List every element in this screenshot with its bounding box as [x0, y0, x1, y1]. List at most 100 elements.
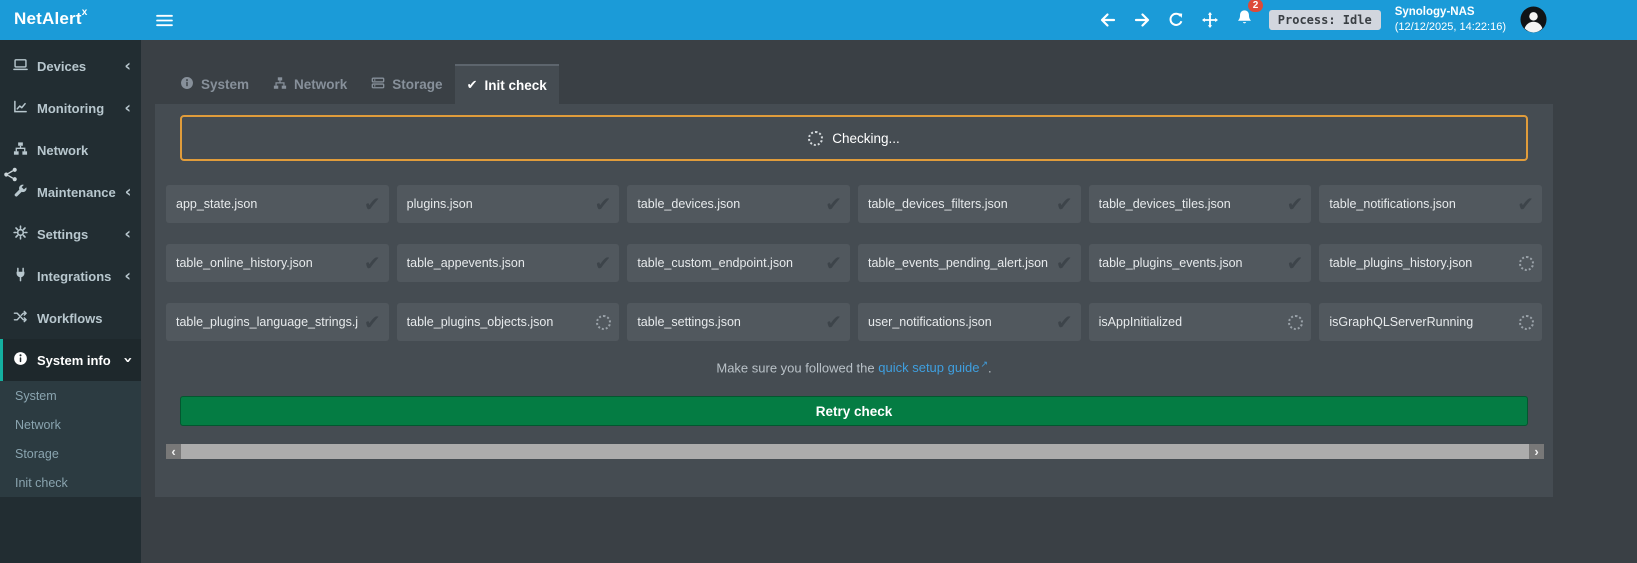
scrollbar-thumb[interactable]	[181, 444, 1529, 459]
submenu-item-network[interactable]: Network	[0, 410, 141, 439]
horizontal-scrollbar[interactable]: ‹ ›	[166, 444, 1544, 459]
sidebar-item-system-info[interactable]: System info ‹ ‹	[0, 339, 141, 381]
loading-spinner-icon	[1288, 315, 1303, 330]
retry-check-button[interactable]: Retry check	[180, 396, 1528, 426]
notification-count-badge: 2	[1248, 0, 1263, 12]
move-arrows-button[interactable]	[1200, 10, 1220, 30]
sidebar-item-label: Maintenance	[37, 185, 116, 200]
checking-status-text: Checking...	[832, 131, 900, 146]
tab-label: Storage	[392, 77, 442, 92]
check-icon: ✔	[825, 312, 842, 332]
check-item-label: table_notifications.json	[1329, 197, 1511, 211]
check-icon: ✔	[825, 194, 842, 214]
info-circle-icon	[180, 76, 194, 93]
sidebar-item-workflows[interactable]: Workflows ‹ ‹	[0, 297, 141, 339]
netalertx-app: NetAlertx	[0, 0, 1637, 563]
check-icon: ✔	[1056, 312, 1073, 332]
check-item: table_devices_tiles.json✔	[1089, 185, 1312, 223]
check-item-label: user_notifications.json	[868, 315, 1050, 329]
sidebar-item-maintenance[interactable]: Maintenance ‹ ‹	[0, 171, 141, 213]
sidebar-item-label: Network	[37, 143, 131, 158]
loading-spinner-icon	[596, 315, 611, 330]
tab-bar: System Network Storage ✔ Init check	[168, 64, 1637, 104]
arrow-left-icon	[1100, 12, 1116, 28]
network-icon	[273, 76, 287, 93]
sidebar-item-label: Devices	[37, 59, 115, 74]
notifications-button[interactable]: 2	[1234, 7, 1255, 33]
refresh-button[interactable]	[1166, 10, 1186, 30]
sidebar-item-devices[interactable]: Devices ‹ ‹	[0, 45, 141, 87]
check-item: isAppInitialized✔	[1089, 303, 1312, 341]
check-item-label: table_plugins_events.json	[1099, 256, 1281, 270]
sidebar-item-label: Integrations	[37, 269, 115, 284]
check-item: table_events_pending_alert.json✔	[858, 244, 1081, 282]
check-item: table_notifications.json ✔	[1319, 185, 1542, 223]
check-icon: ✔	[1056, 194, 1073, 214]
check-item: table_settings.json✔	[627, 303, 850, 341]
loading-spinner-icon	[1519, 315, 1534, 330]
user-avatar[interactable]	[1520, 6, 1547, 33]
init-check-panel: Checking... app_state.json✔ plugins.json…	[155, 104, 1553, 497]
app-name-superscript: x	[82, 7, 88, 18]
checking-status-box: Checking...	[180, 115, 1528, 161]
arrows-move-icon	[1202, 12, 1218, 28]
note-prefix: Make sure you followed the	[716, 360, 878, 375]
check-items-grid: app_state.json✔ plugins.json✔ table_devi…	[166, 185, 1542, 341]
scroll-right-arrow[interactable]: ›	[1529, 444, 1544, 459]
nav-back-button[interactable]	[1098, 10, 1118, 30]
check-item-label: table_custom_endpoint.json	[637, 256, 819, 270]
submenu-item-storage[interactable]: Storage	[0, 439, 141, 468]
check-item: app_state.json✔	[166, 185, 389, 223]
check-item-label: table_appevents.json	[407, 256, 589, 270]
tab-network[interactable]: Network	[261, 64, 359, 104]
check-item-label: app_state.json	[176, 197, 358, 211]
tab-system[interactable]: System	[168, 64, 261, 104]
app-name: NetAlert	[14, 9, 82, 29]
sidebar-item-settings[interactable]: Settings ‹ ‹	[0, 213, 141, 255]
tab-label: Network	[294, 77, 347, 92]
check-item-label: isAppInitialized	[1099, 315, 1283, 329]
top-bar: NetAlertx	[0, 0, 1637, 40]
chevron-left-icon: ‹	[124, 58, 131, 74]
check-item: table_online_history.json✔	[166, 244, 389, 282]
quick-setup-guide-link[interactable]: quick setup guide↗	[878, 360, 988, 375]
submenu-item-init-check[interactable]: Init check	[0, 468, 141, 497]
check-icon: ✔	[364, 253, 381, 273]
hamburger-menu-button[interactable]	[141, 2, 188, 39]
header-actions: 2 Process: Idle Synology-NAS (12/12/2025…	[1098, 4, 1637, 35]
sidebar-nav: Devices ‹ ‹ Monitoring ‹ ‹ Network ‹ ‹ M…	[0, 40, 141, 497]
sidebar-item-integrations[interactable]: Integrations ‹ ‹	[0, 255, 141, 297]
check-item: table_custom_endpoint.json ✔	[627, 244, 850, 282]
tab-storage[interactable]: Storage	[359, 64, 454, 104]
sidebar-item-network[interactable]: Network ‹ ‹	[0, 129, 141, 171]
nav-forward-button[interactable]	[1132, 10, 1152, 30]
check-icon: ✔	[1517, 194, 1534, 214]
sidebar-item-monitoring[interactable]: Monitoring ‹ ‹	[0, 87, 141, 129]
chevron-left-icon: ‹	[124, 100, 131, 116]
submenu-item-label: Network	[15, 418, 61, 432]
setup-guide-note: Make sure you followed the quick setup g…	[155, 359, 1553, 375]
check-icon: ✔	[1287, 253, 1304, 273]
sidebar-item-label: Monitoring	[37, 101, 115, 116]
submenu-item-label: Init check	[15, 476, 68, 490]
check-icon: ✔	[825, 253, 842, 273]
submenu-item-label: Storage	[15, 447, 59, 461]
submenu-item-system[interactable]: System	[0, 381, 141, 410]
main-content: System Network Storage ✔ Init check Chec…	[141, 40, 1637, 563]
tab-label: System	[201, 77, 249, 92]
devices-icon	[13, 57, 28, 75]
scroll-left-arrow[interactable]: ‹	[166, 444, 181, 459]
info-circle-icon	[13, 351, 28, 369]
app-logo[interactable]: NetAlertx	[0, 0, 141, 40]
bell-icon	[1236, 9, 1253, 31]
chevron-down-icon: ‹	[120, 357, 136, 364]
loading-spinner-icon	[1519, 256, 1534, 271]
tab-label: Init check	[484, 78, 546, 93]
process-status-badge: Process: Idle	[1269, 10, 1381, 30]
note-suffix: .	[988, 360, 992, 375]
tab-init-check[interactable]: ✔ Init check	[455, 64, 559, 104]
check-item-label: table_devices_filters.json	[868, 197, 1050, 211]
host-timestamp: (12/12/2025, 14:22:16)	[1395, 20, 1506, 35]
network-icon	[13, 141, 28, 159]
check-item: table_devices.json✔	[627, 185, 850, 223]
